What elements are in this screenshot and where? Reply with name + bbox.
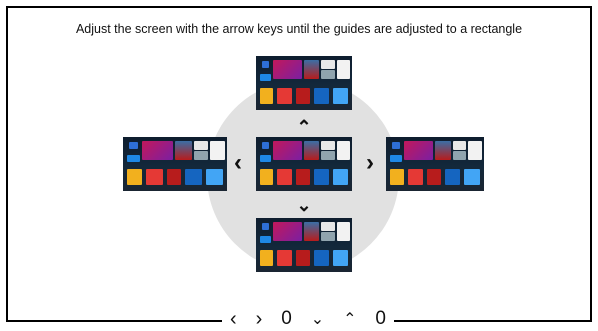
- arrow-down-icon[interactable]: ⌄: [294, 196, 314, 214]
- readout-right-icon: ›: [255, 307, 263, 330]
- arrow-up-icon[interactable]: ⌃: [294, 118, 314, 136]
- position-readout: ‹ › 0 ⌄ ⌃ 0: [222, 307, 394, 330]
- preview-bottom: [256, 218, 352, 272]
- readout-up-icon: ⌃: [343, 311, 357, 328]
- readout-left-icon: ‹: [230, 307, 237, 330]
- arrow-left-icon[interactable]: ‹: [228, 151, 248, 175]
- preview-top: [256, 56, 352, 110]
- preview-right: [386, 137, 484, 191]
- bottom-border-left: [6, 320, 226, 322]
- instruction-text: Adjust the screen with the arrow keys un…: [75, 22, 523, 36]
- readout-down-icon: ⌄: [310, 311, 325, 328]
- bottom-border-right: [394, 320, 592, 322]
- preview-center: [256, 137, 352, 191]
- preview-left: [123, 137, 227, 191]
- arrow-right-icon[interactable]: ›: [360, 151, 380, 175]
